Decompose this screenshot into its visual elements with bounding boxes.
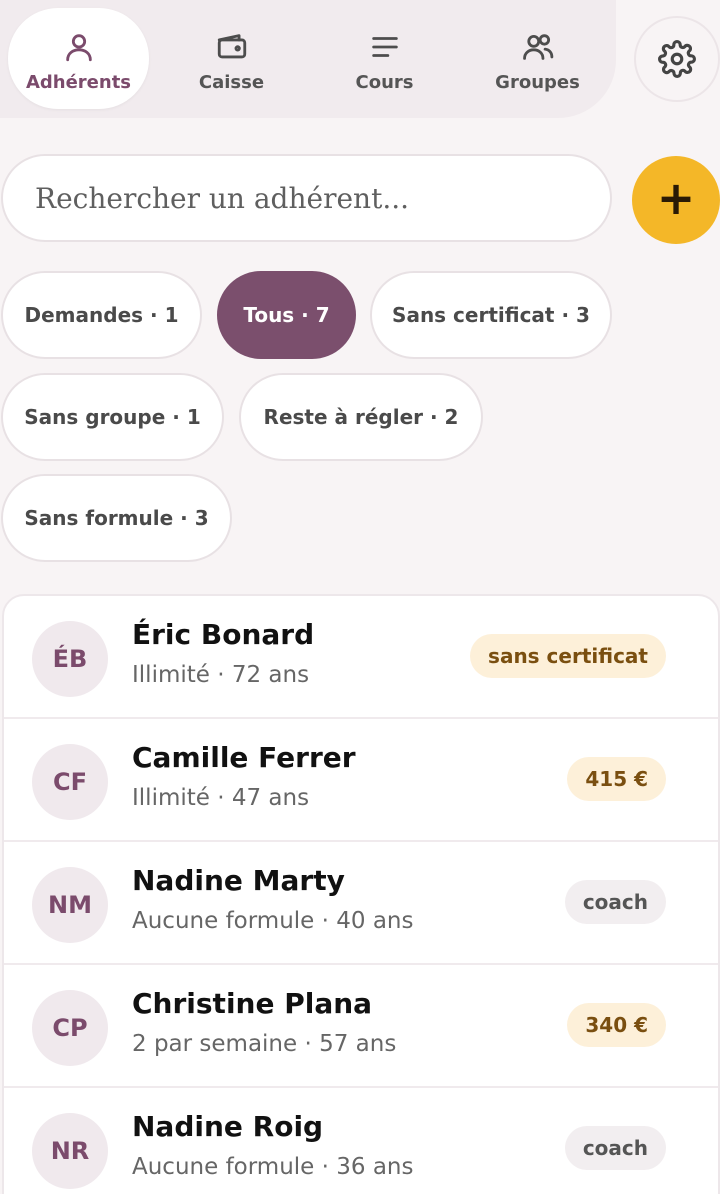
top-navigation: Adhérents Caisse Cours Groupes: [0, 0, 616, 118]
filter-chip-tous[interactable]: Tous · 7: [217, 271, 356, 359]
nav-tab-label: Caisse: [198, 72, 265, 93]
member-row[interactable]: ÉB Éric Bonard Illimité · 72 ans sans ce…: [4, 596, 718, 719]
member-row[interactable]: NM Nadine Marty Aucune formule · 40 ans …: [4, 842, 718, 965]
filter-chip-label: Sans formule · 3: [24, 506, 209, 530]
filter-chip-demandes[interactable]: Demandes · 1: [1, 271, 202, 359]
nav-tab-label: Cours: [355, 72, 414, 93]
avatar: NM: [32, 867, 108, 943]
filter-chip-label: Demandes · 1: [24, 303, 179, 327]
filter-chip-label: Reste à régler · 2: [263, 405, 459, 429]
filter-chip-label: Sans certificat · 3: [392, 303, 590, 327]
member-details: Aucune formule · 40 ans: [132, 908, 414, 934]
filter-chip-sans-groupe[interactable]: Sans groupe · 1: [1, 373, 224, 461]
status-badge: sans certificat: [470, 634, 666, 678]
member-name: Camille Ferrer: [132, 741, 356, 774]
wallet-icon: [217, 34, 246, 59]
filter-chip-reste-a-regler[interactable]: Reste à régler · 2: [239, 373, 483, 461]
nav-tab-label: Adhérents: [25, 72, 132, 93]
member-name: Nadine Marty: [132, 864, 345, 897]
balance-badge: 415 €: [567, 757, 666, 801]
member-list: ÉB Éric Bonard Illimité · 72 ans sans ce…: [2, 594, 720, 1194]
role-badge: coach: [564, 1126, 666, 1170]
users-icon: [522, 34, 553, 60]
member-row[interactable]: CP Christine Plana 2 par semaine · 57 an…: [4, 965, 718, 1088]
search-input[interactable]: [1, 154, 612, 242]
role-badge: coach: [564, 880, 666, 924]
member-row[interactable]: NR Nadine Roig Aucune formule · 36 ans c…: [4, 1088, 718, 1194]
nav-tab-cours[interactable]: Cours: [314, 8, 455, 109]
filter-chip-sans-formule[interactable]: Sans formule · 3: [1, 474, 232, 562]
member-name: Christine Plana: [132, 987, 373, 1020]
add-member-button[interactable]: +: [632, 156, 720, 244]
member-details: 2 par semaine · 57 ans: [132, 1031, 397, 1057]
avatar: ÉB: [32, 621, 108, 697]
nav-tab-groupes[interactable]: Groupes: [467, 8, 608, 109]
nav-tab-caisse[interactable]: Caisse: [161, 8, 302, 109]
nav-tab-adherents[interactable]: Adhérents: [8, 8, 149, 109]
member-name: Éric Bonard: [132, 618, 315, 651]
balance-badge: 340 €: [567, 1003, 666, 1047]
nav-tab-label: Groupes: [495, 72, 580, 93]
filter-chip-sans-certificat[interactable]: Sans certificat · 3: [370, 271, 612, 359]
member-details: Illimité · 47 ans: [132, 785, 310, 811]
filter-chip-label: Sans groupe · 1: [24, 405, 201, 429]
member-details: Illimité · 72 ans: [132, 662, 310, 688]
member-details: Aucune formule · 36 ans: [132, 1154, 414, 1180]
plus-icon: +: [656, 171, 696, 225]
user-icon: [65, 34, 92, 62]
avatar: NR: [32, 1113, 108, 1189]
list-icon: [371, 37, 398, 57]
filter-chip-label: Tous · 7: [243, 303, 330, 327]
avatar: CP: [32, 990, 108, 1066]
avatar: CF: [32, 744, 108, 820]
member-row[interactable]: CF Camille Ferrer Illimité · 47 ans 415 …: [4, 719, 718, 842]
gear-icon: [658, 40, 696, 78]
member-name: Nadine Roig: [132, 1110, 324, 1143]
settings-button[interactable]: [634, 16, 720, 102]
